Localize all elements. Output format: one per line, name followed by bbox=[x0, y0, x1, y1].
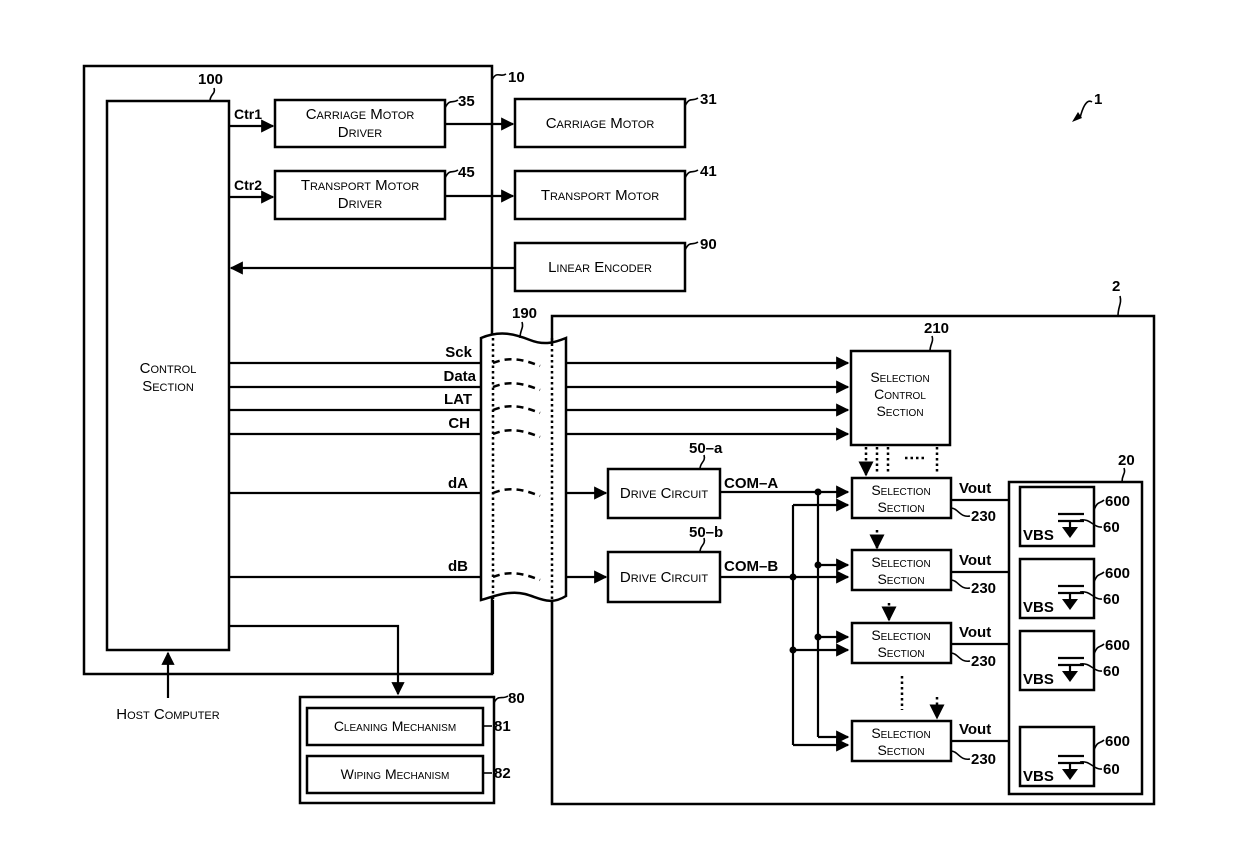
wiping-mechanism-label: Wiping Mechanism bbox=[341, 766, 450, 782]
ref-printer: 10 bbox=[508, 69, 525, 86]
svg-text:Section: Section bbox=[877, 742, 924, 758]
signal-ch: CH bbox=[448, 415, 470, 432]
transport-motor-driver-label-1: Transport Motor bbox=[301, 177, 419, 194]
leader-90 bbox=[684, 241, 699, 251]
selection-control-label-2: Control bbox=[874, 386, 926, 402]
host-computer-label: Host Computer bbox=[116, 706, 220, 723]
signal-sck: Sck bbox=[445, 344, 472, 361]
signal-ctr1: Ctr1 bbox=[234, 106, 262, 122]
ref-35: 35 bbox=[458, 93, 475, 110]
svg-text:VBS: VBS bbox=[1023, 599, 1054, 616]
svg-text:Vout: Vout bbox=[959, 624, 991, 641]
ref-210: 210 bbox=[924, 320, 949, 337]
svg-text:Vout: Vout bbox=[959, 480, 991, 497]
svg-text:600: 600 bbox=[1105, 565, 1130, 582]
ref-90: 90 bbox=[700, 236, 717, 253]
signal-db: dB bbox=[448, 558, 468, 575]
leader-80 bbox=[493, 695, 509, 704]
svg-text:Vout: Vout bbox=[959, 552, 991, 569]
drive-circuit-a-label: Drive Circuit bbox=[620, 485, 708, 502]
svg-text:230: 230 bbox=[971, 751, 996, 768]
com-b-label: COM–B bbox=[724, 558, 778, 575]
carriage-motor-driver-label-2: Driver bbox=[338, 124, 383, 141]
leader-10 bbox=[491, 73, 507, 81]
ref-80: 80 bbox=[508, 690, 525, 707]
ref-45: 45 bbox=[458, 164, 475, 181]
drive-circuit-b-label: Drive Circuit bbox=[620, 569, 708, 586]
svg-text:Section: Section bbox=[877, 644, 924, 660]
ref-system: 1 bbox=[1094, 91, 1102, 108]
svg-text:VBS: VBS bbox=[1023, 527, 1054, 544]
svg-text:Selection: Selection bbox=[871, 627, 930, 643]
signal-data: Data bbox=[443, 368, 476, 385]
svg-text:230: 230 bbox=[971, 580, 996, 597]
leader-2 bbox=[1117, 295, 1122, 317]
ref-cable: 190 bbox=[512, 305, 537, 322]
block-diagram: 10 1 Control Section 100 Carriage Motor … bbox=[82, 64, 1156, 806]
svg-text:Section: Section bbox=[877, 571, 924, 587]
cable-190 bbox=[479, 332, 568, 603]
ref-41: 41 bbox=[700, 163, 717, 180]
svg-text:VBS: VBS bbox=[1023, 671, 1054, 688]
leader-41 bbox=[684, 169, 699, 179]
svg-text:60: 60 bbox=[1103, 663, 1120, 680]
carriage-motor-label: Carriage Motor bbox=[546, 115, 655, 132]
signal-da: dA bbox=[448, 475, 468, 492]
svg-text:60: 60 bbox=[1103, 591, 1120, 608]
selection-control-label-1: Selection bbox=[870, 369, 929, 385]
leader-31 bbox=[684, 97, 699, 107]
cleaning-mechanism-label: Cleaning Mechanism bbox=[334, 718, 456, 734]
ref-20: 20 bbox=[1118, 452, 1135, 469]
svg-text:Selection: Selection bbox=[871, 554, 930, 570]
svg-text:Section: Section bbox=[877, 499, 924, 515]
control-section-label-1: Control bbox=[140, 360, 197, 377]
svg-text:600: 600 bbox=[1105, 493, 1130, 510]
ref-control: 100 bbox=[198, 71, 223, 88]
ref-50b: 50–b bbox=[689, 524, 723, 541]
svg-text:600: 600 bbox=[1105, 733, 1130, 750]
svg-text:600: 600 bbox=[1105, 637, 1130, 654]
svg-text:Selection: Selection bbox=[871, 725, 930, 741]
transport-motor-label: Transport Motor bbox=[541, 187, 659, 204]
carriage-motor-driver-label-1: Carriage Motor bbox=[306, 106, 415, 123]
svg-text:60: 60 bbox=[1103, 519, 1120, 536]
svg-text:Selection: Selection bbox=[871, 482, 930, 498]
ref-50a: 50–a bbox=[689, 440, 723, 457]
control-section-label-2: Section bbox=[142, 378, 194, 395]
ref-82: 82 bbox=[494, 765, 511, 782]
com-a-label: COM–A bbox=[724, 475, 778, 492]
signal-lat: LAT bbox=[444, 391, 472, 408]
selection-control-label-3: Section bbox=[876, 403, 923, 419]
svg-text:230: 230 bbox=[971, 508, 996, 525]
transport-motor-driver-label-2: Driver bbox=[338, 195, 383, 212]
signal-ctr2: Ctr2 bbox=[234, 177, 262, 193]
ref-31: 31 bbox=[700, 91, 717, 108]
svg-text:230: 230 bbox=[971, 653, 996, 670]
ref-head: 2 bbox=[1112, 278, 1120, 295]
leader-1 bbox=[1079, 100, 1093, 119]
svg-text:60: 60 bbox=[1103, 761, 1120, 778]
linear-encoder-label: Linear Encoder bbox=[548, 259, 652, 276]
ref-81: 81 bbox=[494, 718, 511, 735]
svg-text:Vout: Vout bbox=[959, 721, 991, 738]
svg-text:VBS: VBS bbox=[1023, 768, 1054, 785]
